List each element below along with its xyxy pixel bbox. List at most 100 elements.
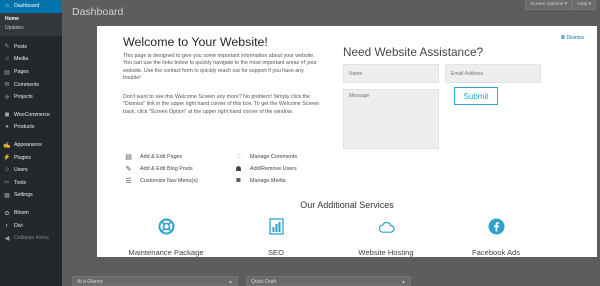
welcome-hint-text: Don't want to see this Welcome Screen an… (123, 94, 320, 115)
welcome-intro-text: This page is designed to give you some i… (123, 53, 317, 81)
service-maintenance[interactable]: Maintenance Package (111, 218, 221, 257)
pages-icon: ▤ (125, 153, 132, 161)
welcome-title: Welcome to Your Website! (123, 35, 268, 49)
camera-icon: ◙ (236, 177, 241, 184)
divi-icon: ◐ (5, 222, 9, 229)
assistance-title: Need Website Assistance? (343, 45, 484, 59)
sidebar-item-divi[interactable]: ◐ Divi (0, 219, 62, 232)
collapse-arrow-icon[interactable]: ▲ (228, 279, 233, 285)
link-manage-comments[interactable]: ◌ Manage Comments (234, 152, 297, 161)
appearance-icon: ✍ (3, 142, 11, 149)
service-label: SEO (267, 248, 285, 257)
service-label: Website Hosting (358, 248, 414, 257)
pages-icon: ▤ (4, 69, 10, 76)
link-label: Add & Edit Pages (140, 153, 183, 160)
link-add-remove-users[interactable]: ☗ Add/Remove Users (234, 164, 297, 173)
woocommerce-icon: ◼ (4, 112, 10, 119)
comment-icon: ◌ (236, 153, 241, 160)
sidebar-collapse-menu[interactable]: ◀ Collapse menu (0, 232, 62, 245)
sidebar-item-label: Divi (14, 222, 23, 229)
link-label: Add/Remove Users (250, 165, 297, 172)
sidebar-item-products[interactable]: ● Products (0, 121, 62, 134)
users-icon: ☺ (3, 167, 11, 174)
life-ring-icon (158, 218, 175, 235)
settings-icon: ▦ (4, 192, 10, 199)
submenu-home[interactable]: Home (0, 15, 62, 24)
sidebar-item-label: Appearance (14, 142, 42, 149)
sidebar-item-label: Settings (14, 192, 33, 199)
tools-icon: ✂ (4, 180, 10, 187)
projects-icon: ✢ (4, 94, 10, 101)
service-seo[interactable]: SEO (221, 218, 331, 257)
sidebar-item-posts[interactable]: ✎ Posts (0, 41, 62, 54)
link-label: Customize Nav Menu(s) (140, 177, 198, 184)
sidebar-item-label: WooCommerce (14, 111, 50, 118)
sidebar-item-settings[interactable]: ▦ Settings (0, 189, 62, 202)
sidebar-item-label: Products (14, 124, 35, 131)
media-icon: ♫ (4, 56, 10, 63)
sidebar-item-label: Posts (14, 43, 27, 50)
sidebar-item-users[interactable]: ☺ Users (0, 164, 62, 177)
service-facebook-ads[interactable]: Facebook Ads (441, 218, 551, 257)
sidebar-item-appearance[interactable]: ✍ Appearance (0, 139, 62, 152)
close-icon: ⊗ (560, 35, 566, 41)
email-field[interactable] (445, 64, 541, 83)
facebook-icon (488, 218, 505, 235)
link-add-edit-pages[interactable]: ▤ Add & Edit Pages (124, 152, 182, 161)
submenu-updates[interactable]: Updates (0, 24, 62, 33)
edit-icon: ✎ (125, 165, 132, 173)
widget-title: At a Glance (77, 279, 104, 285)
link-add-edit-blog-posts[interactable]: ✎ Add & Edit Blog Posts (124, 164, 193, 173)
sidebar-item-label: Plugins (14, 154, 32, 161)
sidebar-item-projects[interactable]: ✢ Projects (0, 91, 62, 104)
sidebar-item-label: Bloom (14, 210, 29, 217)
sidebar-item-media[interactable]: ♫ Media (0, 53, 62, 66)
collapse-icon: ◀ (4, 235, 10, 242)
widget-quick-draft[interactable]: Quick Draft ▲ (246, 276, 411, 286)
sidebar-item-label: Tools (14, 179, 27, 186)
service-website-hosting[interactable]: Website Hosting (331, 218, 441, 257)
link-label: Manage Media (250, 177, 286, 184)
bar-chart-icon (268, 218, 285, 235)
sidebar-item-label: Users (14, 167, 28, 174)
dismiss-link[interactable]: ⊗ Dismiss (560, 34, 585, 42)
screen-options-button[interactable]: Screen Options ▾ (525, 0, 572, 10)
sidebar-item-label: Pages (14, 69, 29, 76)
pin-icon: ✎ (4, 44, 10, 51)
sidebar-item-plugins[interactable]: ⚡ Plugins (0, 151, 62, 164)
help-button[interactable]: Help ▾ (572, 0, 596, 10)
widget-at-a-glance[interactable]: At a Glance ▲ (72, 276, 238, 286)
sidebar-item-pages[interactable]: ▤ Pages (0, 66, 62, 79)
sidebar-item-woocommerce[interactable]: ◼ WooCommerce (0, 109, 62, 122)
link-label: Add & Edit Blog Posts (140, 165, 193, 172)
page-title: Dashboard (72, 6, 124, 18)
menu-icon: ☰ (125, 177, 132, 185)
services-title: Our Additional Services (300, 200, 394, 210)
widget-title: Quick Draft (251, 279, 277, 285)
sidebar-item-tools[interactable]: ✂ Tools (0, 177, 62, 190)
admin-sidebar: ⌂ Dashboard Home Updates ✎ Posts ♫ Media… (0, 0, 62, 286)
link-manage-media[interactable]: ◙ Manage Media (234, 176, 286, 185)
sidebar-item-bloom[interactable]: ✿ Bloom (0, 207, 62, 220)
collapse-arrow-icon[interactable]: ▲ (401, 279, 406, 285)
service-label: Maintenance Package (128, 248, 204, 257)
plugins-icon: ⚡ (3, 155, 11, 162)
sidebar-item-dashboard[interactable]: ⌂ Dashboard (0, 0, 62, 13)
name-field[interactable] (343, 64, 439, 83)
submit-button[interactable]: Submit (454, 87, 498, 105)
bloom-icon: ✿ (4, 210, 10, 217)
dismiss-label: Dismiss (566, 34, 585, 41)
message-field[interactable] (343, 89, 439, 149)
welcome-panel: Welcome to Your Website! ⊗ Dismiss This … (97, 26, 597, 257)
products-icon: ● (5, 124, 9, 131)
sidebar-item-label: Comments (14, 81, 40, 88)
sidebar-item-label: Projects (14, 94, 33, 101)
cloud-icon (378, 218, 395, 235)
link-label: Manage Comments (250, 153, 298, 160)
user-icon: ☗ (235, 165, 242, 173)
sidebar-item-label: Collapse menu (14, 235, 49, 242)
sidebar-item-comments[interactable]: ✉ Comments (0, 78, 62, 91)
link-customize-nav-menus[interactable]: ☰ Customize Nav Menu(s) (124, 176, 198, 185)
dashboard-icon: ⌂ (5, 3, 9, 10)
sidebar-item-label: Dashboard (14, 3, 40, 10)
